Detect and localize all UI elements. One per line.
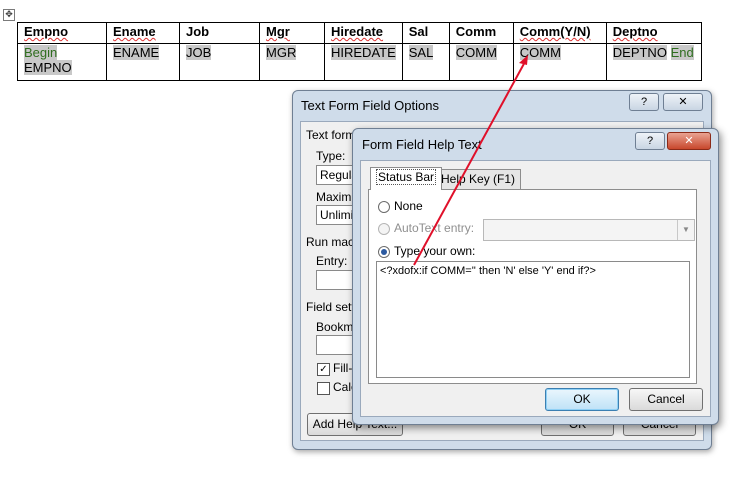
tab-status-bar[interactable]: Status Bar xyxy=(370,167,443,190)
tab-label: Status Bar xyxy=(376,169,437,185)
annotation-arrow-head xyxy=(519,55,528,65)
annotation-arrow xyxy=(413,55,528,266)
annotation-arrow-line xyxy=(413,59,527,266)
